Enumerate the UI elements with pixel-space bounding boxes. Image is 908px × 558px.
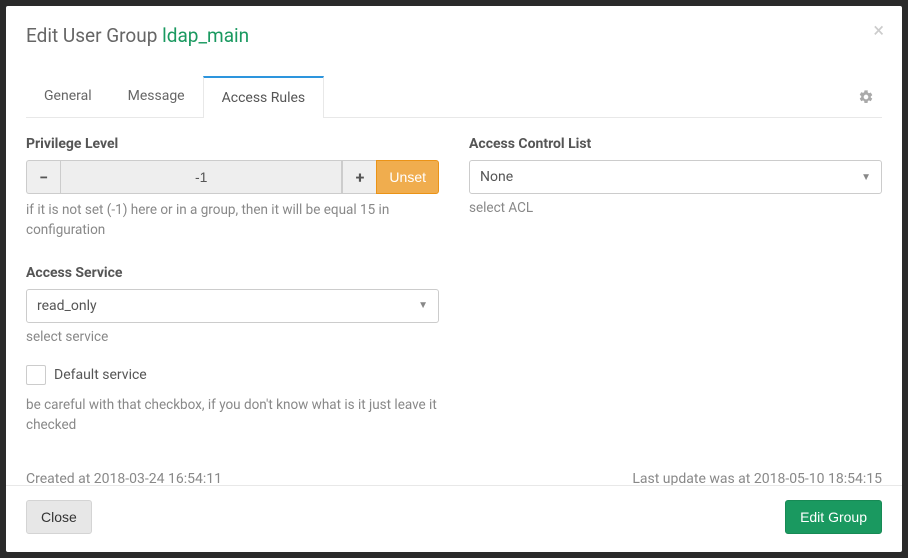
chevron-down-icon: ▼ <box>418 300 428 311</box>
right-column: Access Control List None ▼ select ACL <box>469 136 882 435</box>
tab-access-rules[interactable]: Access Rules <box>203 76 325 118</box>
title-prefix: Edit User Group <box>26 24 157 47</box>
privilege-level-label: Privilege Level <box>26 136 439 152</box>
unset-button[interactable]: Unset <box>376 160 439 194</box>
acl-help-text: select ACL <box>469 198 882 218</box>
modal-footer: Close Edit Group <box>6 485 902 552</box>
group-name: ldap_main <box>162 24 249 47</box>
acl-value: None <box>480 169 513 185</box>
privilege-help-text: if it is not set (-1) here or in a group… <box>26 200 439 241</box>
settings-button[interactable] <box>858 89 882 105</box>
acl-label: Access Control List <box>469 136 882 152</box>
acl-select[interactable]: None ▼ <box>469 160 882 194</box>
privilege-level-input[interactable] <box>60 160 342 194</box>
modal-title: Edit User Group ldap_main <box>26 24 882 47</box>
default-service-help-text: be careful with that checkbox, if you do… <box>26 395 439 436</box>
access-service-label: Access Service <box>26 265 439 281</box>
tab-content: Privilege Level − + Unset if it is not s… <box>26 118 882 435</box>
default-service-row: Default service <box>26 365 439 385</box>
edit-group-button[interactable]: Edit Group <box>785 500 882 534</box>
access-service-help-text: select service <box>26 327 439 347</box>
privilege-level-input-group: − + Unset <box>26 160 439 194</box>
close-button[interactable]: Close <box>26 500 92 534</box>
left-column: Privilege Level − + Unset if it is not s… <box>26 136 439 435</box>
default-service-label: Default service <box>54 367 147 383</box>
increment-button[interactable]: + <box>342 160 376 194</box>
edit-user-group-modal: Edit User Group ldap_main × General Mess… <box>6 6 902 552</box>
timestamps: Created at 2018-03-24 16:54:11 Last upda… <box>26 471 882 485</box>
gear-icon <box>858 89 874 105</box>
modal-header: Edit User Group ldap_main × <box>6 6 902 56</box>
decrement-button[interactable]: − <box>26 160 60 194</box>
access-service-value: read_only <box>37 298 97 314</box>
tab-message[interactable]: Message <box>110 76 203 117</box>
close-icon[interactable]: × <box>873 20 884 40</box>
chevron-down-icon: ▼ <box>861 172 871 183</box>
tab-general[interactable]: General <box>26 76 110 117</box>
modal-body: General Message Access Rules Privilege L… <box>6 56 902 485</box>
tabs: General Message Access Rules <box>26 76 882 118</box>
access-service-select[interactable]: read_only ▼ <box>26 289 439 323</box>
default-service-checkbox[interactable] <box>26 365 46 385</box>
updated-at: Last update was at 2018-05-10 18:54:15 <box>632 471 882 485</box>
created-at: Created at 2018-03-24 16:54:11 <box>26 471 222 485</box>
